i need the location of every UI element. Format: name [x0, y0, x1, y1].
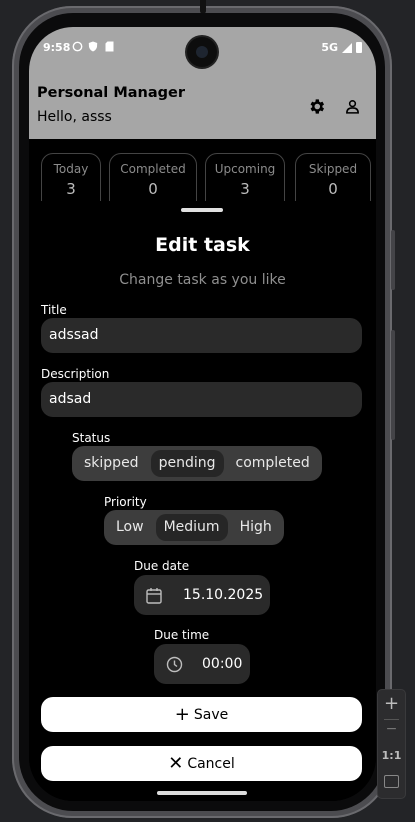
close-icon: ✕ — [168, 752, 184, 774]
home-indicator[interactable] — [157, 791, 247, 795]
sd-card-icon — [105, 41, 114, 55]
stat-count: 3 — [66, 180, 76, 198]
status-bar: 9:58 5G — [29, 27, 376, 71]
description-input[interactable]: adsad — [41, 382, 362, 417]
status-indicators: 5G — [321, 41, 362, 54]
plus-icon: + — [174, 703, 190, 725]
calendar-icon — [146, 587, 162, 604]
zoom-in-button[interactable]: + — [378, 693, 405, 714]
signal-icon — [342, 42, 352, 53]
due-time-label: Due time — [154, 628, 210, 642]
clock-icon — [166, 656, 183, 673]
gear-icon[interactable] — [305, 95, 327, 117]
ratio-button[interactable]: 1:1 — [378, 749, 405, 762]
privacy-icon — [72, 41, 83, 55]
priority-segmented-control: Low Medium High — [104, 510, 284, 545]
greeting-text: Hello, asss — [37, 109, 112, 125]
stat-label: Completed — [120, 162, 186, 176]
battery-icon — [356, 42, 362, 53]
volume-button — [391, 230, 395, 290]
priority-option-medium[interactable]: Medium — [155, 514, 228, 541]
front-camera — [187, 37, 217, 67]
due-time-picker[interactable]: 00:00 — [154, 644, 250, 684]
sheet-title: Edit task — [155, 234, 250, 256]
stat-count: 3 — [240, 180, 250, 198]
cancel-button[interactable]: ✕ Cancel — [41, 746, 362, 781]
due-date-picker[interactable]: 15.10.2025 — [134, 575, 270, 615]
app-title: Personal Manager — [37, 85, 186, 101]
person-icon[interactable] — [341, 95, 363, 117]
status-option-completed[interactable]: completed — [228, 450, 318, 477]
cancel-label: Cancel — [187, 755, 235, 772]
stat-count: 0 — [328, 180, 338, 198]
sheet-drag-handle[interactable] — [181, 208, 223, 212]
due-date-label: Due date — [134, 559, 190, 573]
priority-option-high[interactable]: High — [232, 514, 280, 541]
description-label: Description — [41, 367, 110, 381]
title-input[interactable]: adssad — [41, 318, 362, 353]
status-option-pending[interactable]: pending — [150, 450, 224, 477]
status-label: Status — [72, 431, 111, 445]
network-type: 5G — [321, 41, 338, 54]
save-label: Save — [193, 706, 229, 723]
status-time: 9:58 — [43, 41, 71, 54]
app-bar: Personal Manager Hello, asss — [29, 71, 376, 139]
stat-label: Today — [53, 162, 89, 176]
screenshot-icon[interactable] — [384, 775, 399, 788]
toolbar-divider — [384, 719, 399, 720]
priority-label: Priority — [104, 495, 147, 509]
frame-notch-mark — [200, 0, 206, 14]
power-button — [391, 330, 395, 440]
shield-icon — [88, 41, 98, 55]
stat-label: Skipped — [308, 162, 358, 176]
phone-screen: 9:58 5G Personal Manager Hello, asss Tod… — [29, 27, 376, 801]
due-date-value: 15.10.2025 — [183, 587, 264, 603]
save-button[interactable]: + Save — [41, 697, 362, 732]
due-time-value: 00:00 — [202, 656, 243, 672]
zoom-out-button[interactable]: − — [378, 721, 405, 737]
stat-label: Upcoming — [214, 162, 276, 176]
priority-option-low[interactable]: Low — [108, 514, 152, 541]
sheet-subtitle: Change task as you like — [119, 272, 286, 288]
stat-count: 0 — [148, 180, 158, 198]
title-label: Title — [41, 303, 67, 317]
status-option-skipped[interactable]: skipped — [76, 450, 147, 477]
status-segmented-control: skipped pending completed — [72, 446, 322, 481]
